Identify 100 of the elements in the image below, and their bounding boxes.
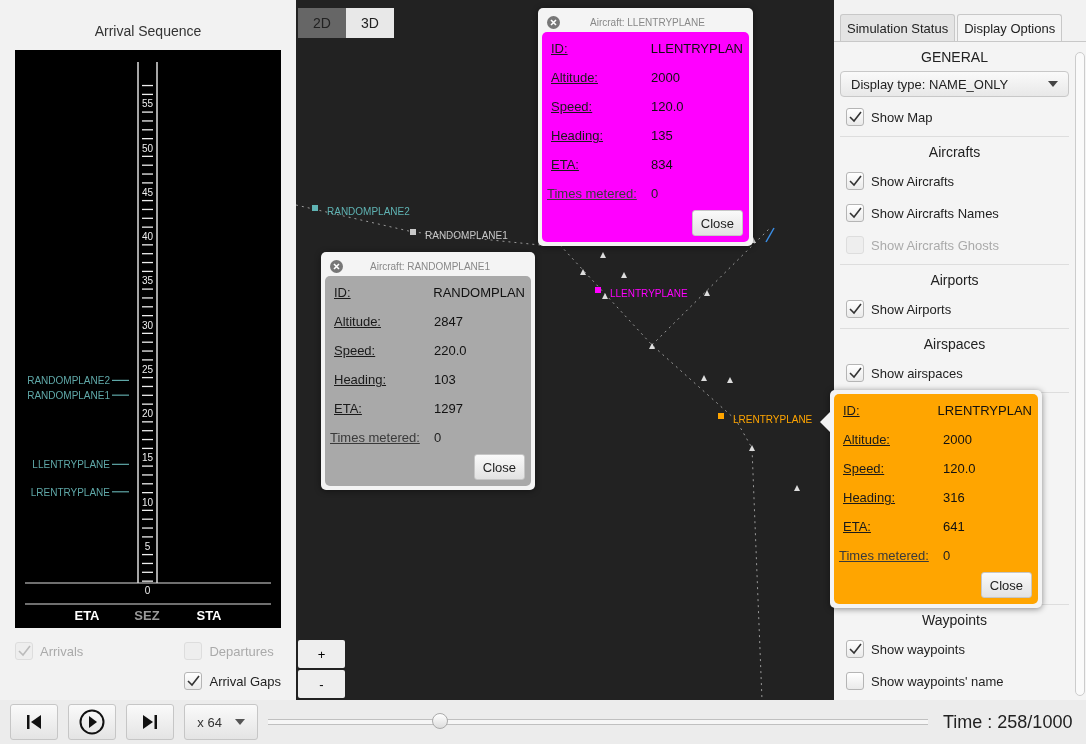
tick-label: 20 (141, 408, 154, 419)
tick-mark (141, 394, 154, 396)
flight-label: LLENTRYPLANE (32, 459, 110, 471)
skip-back-button[interactable] (10, 704, 58, 740)
scrollbar[interactable] (1075, 52, 1085, 696)
tick-mark (141, 518, 154, 520)
zoom-button[interactable]: - (298, 670, 345, 698)
tick-mark (141, 306, 154, 308)
tick-label: 50 (141, 142, 154, 154)
tick-mark (141, 421, 154, 423)
skip-forward-button[interactable] (126, 704, 174, 740)
field-value: LLENTRYPLAN (650, 41, 743, 56)
tab[interactable]: Display Options (957, 14, 1063, 41)
flight-label: RANDOMPLANE1 (27, 390, 110, 402)
play-button[interactable] (68, 704, 116, 740)
tick-mark (141, 403, 154, 405)
checkbox: Show Aircrafts Ghosts (840, 229, 1069, 261)
play-icon (79, 709, 105, 735)
skip-forward-icon (142, 714, 158, 730)
caret-icon (234, 719, 245, 725)
check-icon (847, 301, 863, 317)
tab[interactable]: Simulation Status (840, 14, 956, 41)
check-icon (847, 173, 863, 189)
speed-dropdown[interactable]: x 64 (184, 704, 258, 740)
checkbox[interactable]: Show waypoints' name (840, 665, 1069, 697)
view-toggle-button[interactable]: 3D (346, 8, 394, 38)
tick-mark (141, 217, 154, 219)
tick-mark (141, 164, 154, 166)
zoom-button[interactable]: + (298, 640, 345, 668)
tick-mark (141, 509, 154, 511)
tick-mark (141, 226, 154, 228)
checkbox[interactable]: Show Aircrafts (840, 165, 1069, 197)
field-label: Times metered: (839, 548, 930, 563)
field-label: Times metered: (330, 430, 421, 445)
tick-mark (141, 332, 154, 334)
field-value: 0 (434, 430, 442, 445)
tick-label: 30 (141, 319, 154, 331)
tick-mark (141, 173, 154, 175)
check-icon (847, 205, 863, 221)
leader-line (111, 491, 130, 493)
aircraft-marker[interactable] (312, 205, 318, 211)
checkbox[interactable]: Show Aircrafts Names (840, 197, 1069, 229)
tick-mark (141, 385, 154, 388)
close-icon[interactable] (330, 259, 343, 273)
check-icon (185, 673, 202, 689)
field-value: LRENTRYPLAN (937, 403, 1032, 418)
close-icon[interactable] (547, 15, 560, 29)
close-button[interactable]: Close (980, 572, 1032, 598)
checkbox[interactable]: Show waypoints (840, 633, 1069, 665)
field-value: 220.0 (434, 343, 467, 358)
section-title: GENERAL (920, 48, 989, 67)
aircraft-marker[interactable] (718, 413, 724, 419)
field-label: ETA: (843, 519, 872, 534)
aircraft-label: RANDOMPLANE1 (425, 230, 508, 241)
aircraft-marker[interactable] (410, 229, 416, 235)
check-icon (847, 365, 863, 381)
waypoint-marker (794, 485, 800, 491)
checkbox[interactable]: Show Airports (840, 293, 1069, 325)
column-header: SEZ (134, 608, 160, 623)
aircraft-marker[interactable] (595, 287, 601, 293)
caret-icon (1048, 81, 1058, 87)
field-value: 834 (651, 157, 673, 172)
checkbox[interactable]: Arrival Gaps (184, 666, 281, 696)
tick-mark (141, 553, 154, 556)
close-button[interactable]: Close (473, 454, 525, 480)
tick-label: 55 (141, 98, 154, 110)
tick-mark (141, 580, 154, 582)
checkbox[interactable]: Show airspaces (840, 357, 1069, 389)
tick-mark (141, 270, 154, 273)
display-type-dropdown[interactable]: Display type: NAME_ONLY (840, 71, 1069, 97)
check-icon (847, 109, 863, 125)
field-label: ID: (843, 403, 861, 418)
tick-mark (141, 84, 154, 87)
leader-line (111, 394, 130, 396)
tick-label: 15 (141, 452, 154, 464)
tick-mark (141, 465, 154, 467)
waypoint-marker (704, 290, 710, 296)
popup-title: Aircraft: RANDOMPLANE1 (369, 260, 491, 272)
waypoint-marker (727, 377, 733, 383)
flight-label: LRENTRYPLANE (30, 486, 110, 498)
tick-mark (141, 359, 154, 361)
aircraft-label: RANDOMPLANE2 (327, 206, 410, 217)
field-label: Speed: (843, 461, 886, 476)
close-button[interactable]: Close (691, 210, 743, 236)
field-label: ID: (551, 41, 569, 56)
field-label: Altitude: (334, 314, 382, 329)
tick-mark (141, 341, 154, 343)
tick-mark (141, 315, 154, 317)
leader-line (111, 463, 130, 465)
slider-thumb[interactable] (431, 713, 448, 729)
tick-mark (141, 111, 154, 113)
field-label: Times metered: (547, 186, 638, 201)
tick-mark (141, 438, 154, 441)
field-label: ETA: (551, 157, 580, 172)
tick-mark (141, 447, 154, 450)
tick-mark (141, 129, 154, 131)
field-label: Altitude: (551, 70, 599, 85)
field-value: 0 (651, 186, 659, 201)
checkbox[interactable]: Show Map (840, 101, 1069, 133)
tick-mark (141, 182, 154, 184)
